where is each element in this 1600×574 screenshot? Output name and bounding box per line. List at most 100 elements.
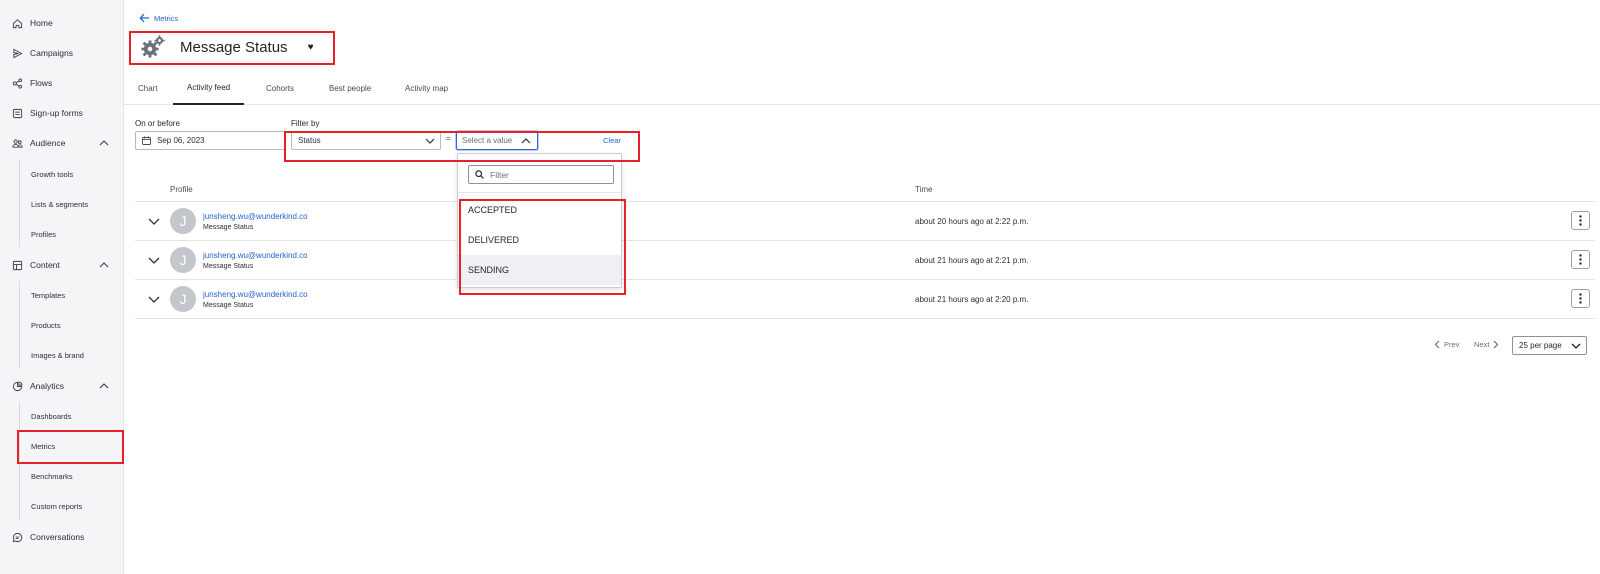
sidebar-item-label: Content — [30, 260, 60, 270]
tab-chart[interactable]: Chart — [124, 72, 172, 105]
more-vertical-icon — [1579, 293, 1582, 304]
option-delivered[interactable]: DELIVERED — [458, 225, 621, 255]
per-page-select[interactable]: 25 per page — [1512, 336, 1587, 355]
value-dropdown-menu: ACCEPTED DELIVERED SENDING — [457, 153, 622, 288]
next-page-button[interactable]: Next — [1474, 340, 1499, 349]
event-name: Message Status — [203, 263, 254, 270]
dropdown-filter-input[interactable] — [490, 169, 610, 180]
sidebar-item-label: Campaigns — [30, 48, 73, 58]
filter-by-label: Filter by — [291, 119, 320, 128]
date-picker[interactable]: Sep 06, 2023 — [135, 131, 285, 150]
operator-label: = — [446, 134, 451, 143]
sidebar-item-growth-tools[interactable]: Growth tools — [20, 163, 124, 185]
table-row: J junsheng.wu@wunderkind.co Message Stat… — [135, 241, 1595, 280]
sidebar-item-content[interactable]: Content — [0, 253, 124, 277]
tab-activity-map[interactable]: Activity map — [391, 72, 462, 105]
table-row: J junsheng.wu@wunderkind.co Message Stat… — [135, 280, 1595, 319]
option-sending[interactable]: SENDING — [458, 255, 621, 285]
chevron-up-icon — [99, 383, 109, 389]
filter-value-placeholder: Select a value — [462, 136, 513, 145]
chevron-down-icon[interactable] — [148, 294, 160, 304]
profile-email-link[interactable]: junsheng.wu@wunderkind.co — [203, 212, 308, 221]
clear-filters-link[interactable]: Clear — [603, 136, 621, 145]
sidebar-item-custom-reports[interactable]: Custom reports — [20, 495, 124, 517]
filter-field-select[interactable]: Status — [291, 131, 441, 150]
date-filter-label: On or before — [135, 119, 180, 128]
avatar: J — [170, 247, 196, 273]
sidebar-item-label: Flows — [30, 78, 53, 88]
dropdown-filter-field[interactable] — [468, 165, 614, 184]
chevron-down-icon[interactable] — [148, 255, 160, 265]
sidebar-item-images-brand[interactable]: Images & brand — [20, 344, 124, 366]
sidebar-item-label: Sign-up forms — [30, 108, 83, 118]
chevron-up-icon — [99, 140, 109, 146]
avatar: J — [170, 286, 196, 312]
prev-label: Prev — [1444, 340, 1460, 349]
sidebar-item-audience[interactable]: Audience — [0, 131, 124, 155]
arrow-left-icon — [139, 13, 149, 23]
filter-value-select[interactable]: Select a value — [456, 131, 538, 150]
sidebar-item-benchmarks[interactable]: Benchmarks — [20, 465, 124, 487]
event-time: about 21 hours ago at 2:20 p.m. — [915, 295, 1029, 304]
chevron-up-icon — [99, 262, 109, 268]
gears-icon — [140, 34, 166, 60]
sidebar-item-products[interactable]: Products — [20, 314, 124, 336]
flows-icon — [11, 77, 23, 89]
sidebar-item-metrics[interactable]: Metrics — [20, 435, 124, 457]
sidebar-item-templates[interactable]: Templates — [20, 284, 124, 306]
sidebar-item-campaigns[interactable]: Campaigns — [0, 41, 124, 65]
avatar: J — [170, 208, 196, 234]
chevron-down-icon[interactable] — [148, 216, 160, 226]
tab-activity-feed[interactable]: Activity feed — [173, 72, 245, 105]
search-icon — [475, 170, 484, 179]
sidebar-item-label: Conversations — [30, 532, 85, 542]
home-icon — [11, 17, 23, 29]
title-menu-caret[interactable]: ♥ — [308, 42, 314, 53]
profile-email-link[interactable]: junsheng.wu@wunderkind.co — [203, 251, 308, 260]
profile-email-link[interactable]: junsheng.wu@wunderkind.co — [203, 290, 308, 299]
sidebar: Home Campaigns Flows Sign-up forms Audie… — [0, 0, 124, 574]
sidebar-item-label: Audience — [30, 138, 66, 148]
sidebar-item-label: Analytics — [30, 381, 65, 391]
people-icon — [11, 137, 23, 149]
sidebar-item-dashboards[interactable]: Dashboards — [20, 405, 124, 427]
sidebar-item-lists-segments[interactable]: Lists & segments — [20, 193, 124, 215]
sidebar-item-analytics[interactable]: Analytics — [0, 374, 124, 398]
event-name: Message Status — [203, 302, 254, 309]
date-value: Sep 06, 2023 — [157, 136, 205, 145]
option-accepted[interactable]: ACCEPTED — [458, 195, 621, 225]
column-header-profile: Profile — [170, 185, 193, 194]
tab-cohorts[interactable]: Cohorts — [252, 72, 308, 105]
sidebar-item-flows[interactable]: Flows — [0, 71, 124, 95]
back-link-label: Metrics — [154, 13, 179, 23]
form-icon — [11, 107, 23, 119]
title-row: Message Status ♥ — [140, 34, 314, 60]
chevron-down-icon — [1571, 343, 1581, 349]
row-actions-button[interactable] — [1571, 250, 1590, 269]
chat-icon — [11, 531, 23, 543]
dropdown-divider — [458, 192, 621, 193]
chevron-right-icon — [1493, 340, 1499, 349]
more-vertical-icon — [1579, 215, 1582, 226]
send-icon — [11, 47, 23, 59]
filter-field-value: Status — [298, 136, 321, 145]
row-actions-button[interactable] — [1571, 211, 1590, 230]
calendar-icon — [142, 136, 151, 145]
row-actions-button[interactable] — [1571, 289, 1590, 308]
sidebar-item-signup-forms[interactable]: Sign-up forms — [0, 101, 124, 125]
prev-page-button[interactable]: Prev — [1434, 340, 1459, 349]
chevron-left-icon — [1434, 340, 1440, 349]
tab-best-people[interactable]: Best people — [315, 72, 385, 105]
table-row: J junsheng.wu@wunderkind.co Message Stat… — [135, 202, 1595, 241]
per-page-value: 25 per page — [1519, 341, 1562, 350]
chevron-up-icon — [521, 138, 531, 144]
back-link[interactable]: Metrics — [139, 13, 178, 23]
next-label: Next — [1474, 340, 1490, 349]
more-vertical-icon — [1579, 254, 1582, 265]
sidebar-item-home[interactable]: Home — [0, 11, 124, 35]
content-icon — [11, 259, 23, 271]
sidebar-item-profiles[interactable]: Profiles — [20, 223, 124, 245]
sidebar-item-conversations[interactable]: Conversations — [0, 525, 124, 549]
event-time: about 20 hours ago at 2:22 p.m. — [915, 217, 1029, 226]
tab-bar: Chart Activity feed Cohorts Best people … — [124, 72, 1600, 105]
